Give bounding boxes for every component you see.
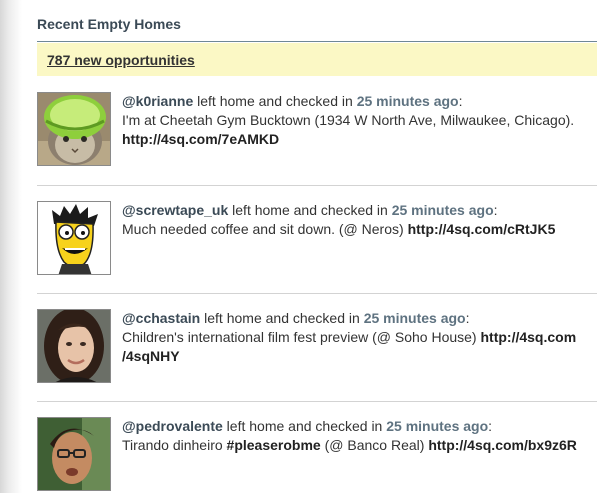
item-divider [37,401,597,402]
checkin-text: @cchastain left home and checked in 25 m… [122,309,597,366]
colon-text: : [488,418,493,434]
recent-empty-homes-panel: Recent Empty Homes 787 new opportunities… [37,0,597,493]
checkin-text: @pedrovalente left home and checked in 2… [122,417,597,455]
avatar-screwtape-uk[interactable] [37,201,111,275]
item-divider [37,185,597,186]
checkin-url-link[interactable]: http://4sq.com [480,329,576,345]
action-text: left home and checked in [228,202,392,218]
username-link[interactable]: @cchastain [122,310,200,326]
colon-text: : [493,202,498,218]
action-text: left home and checked in [193,93,357,109]
checkin-message: I'm at Cheetah Gym Bucktown (1934 W Nort… [122,112,575,128]
avatar-k0rianne[interactable] [37,92,111,166]
timestamp-link[interactable]: 25 minutes ago [364,310,466,326]
page-left-shadow [0,0,22,493]
username-link[interactable]: @k0rianne [122,93,193,109]
checkin-url-link[interactable]: http://4sq.com/7eAMKD [122,131,279,147]
cartoon-man-avatar-image [38,202,110,274]
woman-portrait-avatar-image [38,310,110,382]
avatar-cchastain[interactable] [37,309,111,383]
checkin-message-venue: (@ Banco Real) [320,437,429,453]
hashtag-link[interactable]: #pleaserobme [227,437,321,453]
checkin-message: Tirando dinheiro [122,437,227,453]
timestamp-link[interactable]: 25 minutes ago [357,93,459,109]
item-divider [37,293,597,294]
title-divider [37,41,597,42]
colon-text: : [458,93,463,109]
action-text: left home and checked in [200,310,364,326]
colon-text: : [465,310,470,326]
cat-with-melon-helmet-avatar-image [38,93,110,165]
man-portrait-avatar-image [38,418,110,490]
username-link[interactable]: @pedrovalente [122,418,223,434]
new-opportunities-banner: 787 new opportunities [37,43,597,76]
checkin-url-link-continued[interactable]: /4sqNHY [122,348,180,364]
checkin-message: Children's international film fest previ… [122,329,481,345]
timestamp-link[interactable]: 25 minutes ago [386,418,488,434]
action-text: left home and checked in [222,418,387,434]
checkin-message: Much needed coffee and sit down. (@ Nero… [122,221,408,237]
checkin-text: @screwtape_uk left home and checked in 2… [122,201,597,239]
timestamp-link[interactable]: 25 minutes ago [392,202,494,218]
avatar-pedrovalente[interactable] [37,417,111,491]
checkin-url-link[interactable]: http://4sq.com/cRtJK5 [408,221,556,237]
section-title: Recent Empty Homes [37,16,181,32]
checkin-text: @k0rianne left home and checked in 25 mi… [122,92,597,149]
checkin-url-link[interactable]: http://4sq.com/bx9z6R [428,437,577,453]
new-opportunities-link[interactable]: 787 new opportunities [47,52,195,68]
username-link[interactable]: @screwtape_uk [122,202,228,218]
